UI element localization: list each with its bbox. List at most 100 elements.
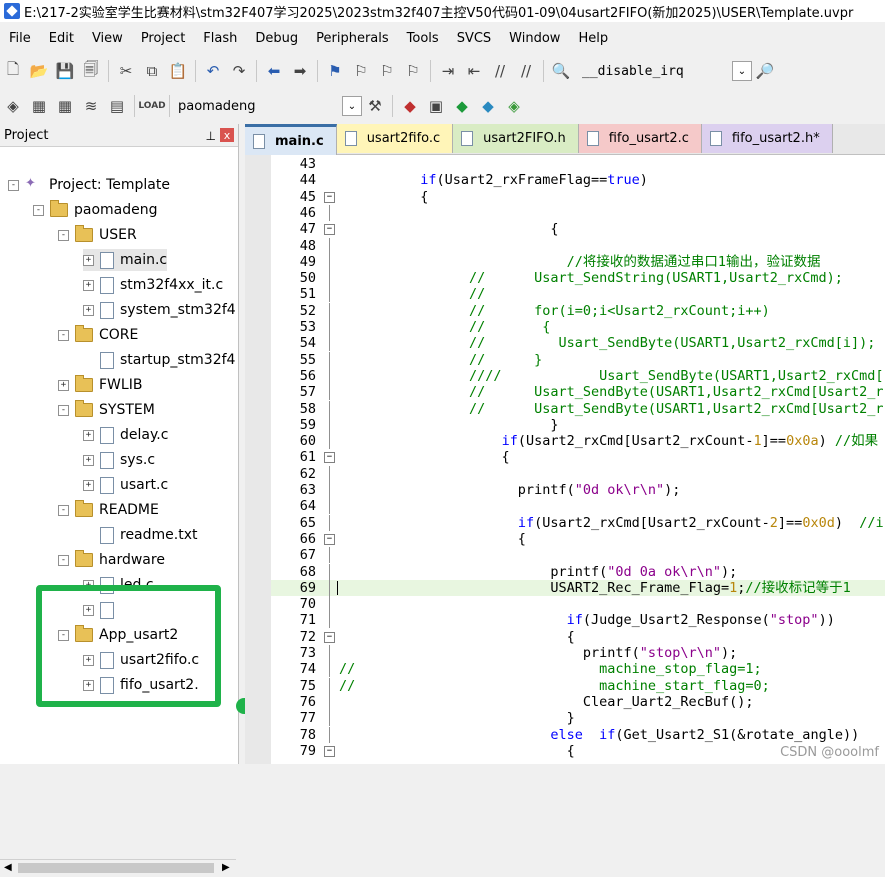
code-line[interactable]: 46 (271, 204, 885, 221)
code-line[interactable]: 64 (271, 498, 885, 515)
target-options-icon[interactable]: ⚒ (364, 95, 386, 117)
paste-icon[interactable]: 📋 (167, 60, 189, 82)
code-line[interactable]: 65 if(Usart2_rxCmd[Usart2_rxCount-2]==0x… (271, 514, 885, 531)
code-line[interactable]: 52 // for(i=0;i<Usart2_rxCount;i++) (271, 302, 885, 319)
run-time-env-icon[interactable]: ◆ (451, 95, 473, 117)
code-line[interactable]: 44 if(Usart2_rxFrameFlag==true) (271, 172, 885, 188)
code-line[interactable]: 43 (271, 156, 885, 172)
bookmark-icon[interactable]: ⚑ (324, 60, 346, 82)
indent-icon[interactable]: ⇥ (437, 60, 459, 82)
tree-horizontal-scrollbar[interactable]: ◀ ▶ (0, 859, 236, 877)
code-line[interactable]: 48 (271, 237, 885, 254)
collapse-icon[interactable]: - (58, 329, 69, 341)
tab-usart2fifo-c[interactable]: usart2fifo.c (336, 124, 454, 153)
code-line[interactable]: 69 USART2_Rec_Frame_Flag=1;//接收标记等于1 (271, 579, 885, 596)
save-icon[interactable]: 💾 (54, 60, 76, 82)
file-extensions-icon[interactable]: ▣ (425, 95, 447, 117)
expand-icon[interactable]: + (83, 479, 94, 491)
code-line[interactable]: 59 } (271, 416, 885, 433)
menu-window[interactable]: Window (500, 31, 569, 46)
scrollbar-thumb[interactable] (18, 863, 214, 873)
find-icon[interactable]: 🔎 (754, 60, 776, 82)
code-line[interactable]: 66− { (271, 531, 885, 547)
chevron-down-icon[interactable]: ⌄ (342, 96, 362, 116)
menu-flash[interactable]: Flash (194, 31, 246, 46)
menu-svcs[interactable]: SVCS (448, 31, 500, 46)
code-line[interactable]: 61− { (271, 449, 885, 465)
code-line[interactable]: 49 //将接收的数据通过串口1输出，验证数据 (271, 253, 885, 270)
save-all-icon[interactable]: 🗐 (80, 60, 102, 82)
load-icon[interactable]: LOAD (138, 95, 165, 117)
pin-icon[interactable]: ᅟ⊥ (195, 127, 217, 144)
fold-collapse-icon[interactable]: − (324, 224, 335, 236)
new-file-icon[interactable]: 🗋 (2, 60, 24, 82)
stop-build-icon[interactable]: ▤ (106, 95, 128, 117)
code-line[interactable]: 50 // Usart_SendString(USART1,Usart2_rxC… (271, 270, 885, 287)
collapse-icon[interactable]: - (33, 204, 44, 216)
code-line[interactable]: 60 if(Usart2_rxCmd[Usart2_rxCount-1]==0x… (271, 433, 885, 450)
clear-bookmarks-icon[interactable]: ⚐ (402, 60, 424, 82)
fold-collapse-icon[interactable]: − (324, 452, 335, 464)
open-folder-icon[interactable]: 📂 (28, 60, 50, 82)
tree-item-folder[interactable]: - CORE (58, 324, 138, 346)
tree-item-file[interactable]: + usart.c (83, 474, 168, 496)
expand-icon[interactable]: + (83, 254, 94, 266)
collapse-icon[interactable]: - (58, 404, 69, 416)
tree-item-folder[interactable]: - USER (58, 224, 137, 246)
menu-tools[interactable]: Tools (398, 31, 448, 46)
fold-collapse-icon[interactable]: − (324, 631, 335, 643)
menu-view[interactable]: View (83, 31, 132, 46)
code-line[interactable]: 47− { (271, 221, 885, 237)
collapse-icon[interactable]: - (58, 229, 69, 241)
menu-project[interactable]: Project (132, 31, 194, 46)
close-icon[interactable]: x (220, 128, 234, 142)
code-line[interactable]: 53 // { (271, 319, 885, 335)
collapse-icon[interactable]: - (58, 554, 69, 566)
uncomment-icon[interactable]: // (515, 60, 537, 82)
tree-item-folder[interactable]: - hardware (58, 549, 165, 571)
code-line[interactable]: 54 // Usart_SendByte(USART1,Usart2_rxCmd… (271, 335, 885, 352)
tree-item-file[interactable]: startup_stm32f4 (83, 349, 235, 371)
code-line[interactable]: 73 printf("stop\r\n"); (271, 645, 885, 661)
menu-debug[interactable]: Debug (246, 31, 307, 46)
redo-icon[interactable]: ↷ (228, 60, 250, 82)
menu-peripherals[interactable]: Peripherals (307, 31, 398, 46)
build-icon[interactable]: ▦ (28, 95, 50, 117)
code-line[interactable]: 74 // machine_stop_flag=1; (271, 661, 885, 678)
tree-item-folder[interactable]: - SYSTEM (58, 399, 155, 421)
tree-item-folder[interactable]: - README (58, 499, 159, 521)
tab-usart2fifo-h[interactable]: usart2FIFO.h (453, 124, 579, 153)
code-line[interactable]: 72− { (271, 629, 885, 645)
code-line[interactable]: 67 (271, 547, 885, 564)
menu-edit[interactable]: Edit (40, 31, 83, 46)
code-line[interactable]: 62 (271, 465, 885, 482)
expand-icon[interactable]: + (83, 454, 94, 466)
nav-back-icon[interactable]: ⬅ (263, 60, 285, 82)
tree-item-folder[interactable]: - paomadeng (33, 199, 158, 221)
fold-collapse-icon[interactable]: − (324, 745, 335, 757)
cut-icon[interactable]: ✂ (115, 60, 137, 82)
comment-icon[interactable]: // (489, 60, 511, 82)
pack-installer-icon[interactable]: ◆ (477, 95, 499, 117)
menu-help[interactable]: Help (569, 31, 617, 46)
next-bookmark-icon[interactable]: ⚐ (376, 60, 398, 82)
code-line[interactable]: 58 // Usart_SendByte(USART1,Usart2_rxCmd… (271, 400, 885, 417)
code-line[interactable]: 76 Clear_Uart2_RecBuf(); (271, 693, 885, 710)
tree-item-file[interactable]: + delay.c (83, 424, 168, 446)
find-combo[interactable]: __disable_irq (582, 64, 732, 79)
fold-collapse-icon[interactable]: − (324, 533, 335, 545)
tree-item-project[interactable]: - Project: Template (8, 174, 170, 196)
code-line[interactable]: 63 printf("0d ok\r\n"); (271, 482, 885, 498)
code-line[interactable]: 78 else if(Get_Usart2_S1(&rotate_angle)) (271, 726, 885, 743)
code-line[interactable]: 75 // machine_start_flag=0; (271, 677, 885, 694)
code-line[interactable]: 51 // (271, 286, 885, 303)
tree-item-file[interactable]: + main.c (83, 249, 168, 271)
tree-item-file[interactable]: + stm32f4xx_it.c (83, 274, 223, 296)
batch-build-icon[interactable]: ≋ (80, 95, 102, 117)
code-line[interactable]: 70 (271, 596, 885, 613)
manage-components-icon[interactable]: ◆ (399, 95, 421, 117)
unindent-icon[interactable]: ⇤ (463, 60, 485, 82)
translate-icon[interactable]: ◈ (2, 95, 24, 117)
select-packs-icon[interactable]: ◈ (503, 95, 525, 117)
tree-item-file[interactable]: readme.txt (83, 524, 198, 546)
